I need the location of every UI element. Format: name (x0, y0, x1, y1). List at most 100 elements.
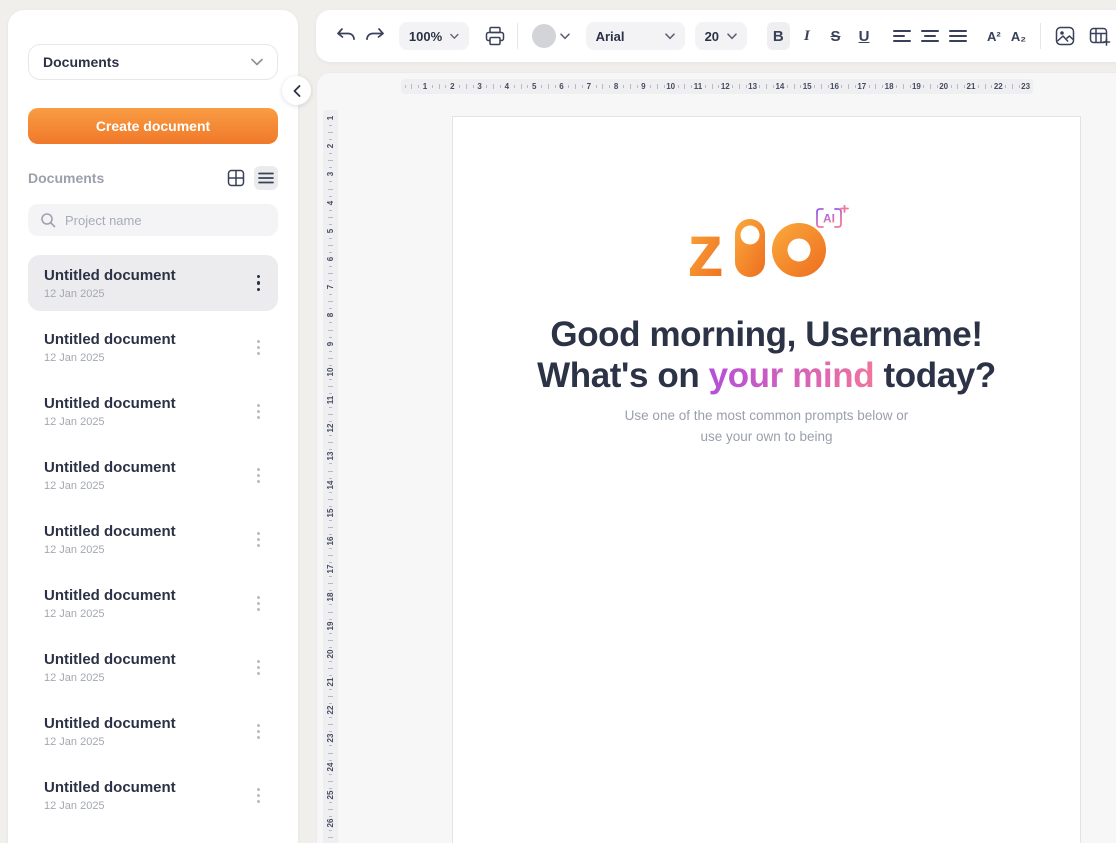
document-title: Untitled document (44, 523, 251, 540)
document-kebab-menu-icon[interactable] (251, 269, 267, 298)
document-kebab-menu-icon[interactable] (251, 334, 266, 361)
document-date: 12 Jan 2025 (44, 352, 251, 364)
table-add-icon (1088, 25, 1111, 47)
align-right-button[interactable] (946, 22, 970, 50)
toolbar-divider (517, 23, 518, 49)
workspace-selector-dropdown[interactable]: Documents (28, 44, 278, 80)
greeting-subtitle: Use one of the most common prompts below… (453, 406, 1080, 448)
document-kebab-menu-icon[interactable] (251, 462, 266, 489)
print-button[interactable] (483, 22, 507, 50)
document-list-item[interactable]: Untitled document 12 Jan 2025 (28, 575, 278, 631)
vertical-ruler: 1234567891011121314151617181920212223242… (323, 110, 338, 843)
greeting-line1: Good morning, Username! (550, 315, 982, 354)
document-kebab-menu-icon[interactable] (251, 398, 266, 425)
greeting-line2-suffix: today? (874, 356, 996, 395)
editor-canvas: 1234567891011121314151617181920212223 12… (316, 72, 1116, 843)
create-document-button[interactable]: Create document (28, 108, 278, 144)
font-size-dropdown[interactable]: 20 (695, 22, 747, 50)
subtitle-line2: use your own to being (700, 429, 832, 444)
greeting-heading: Good morning, Username! What's on your m… (453, 315, 1080, 396)
document-title: Untitled document (44, 331, 251, 348)
search-box (28, 204, 278, 236)
image-icon (1054, 25, 1076, 47)
document-kebab-menu-icon[interactable] (251, 654, 266, 681)
document-meta: Untitled document 12 Jan 2025 (44, 459, 251, 492)
document-kebab-menu-icon[interactable] (251, 718, 266, 745)
text-color-dropdown[interactable] (530, 22, 571, 50)
printer-icon (484, 25, 506, 47)
ai-badge-icon: AI (817, 205, 848, 227)
font-family-dropdown[interactable]: Arial (586, 22, 685, 50)
zoom-level-value: 100% (409, 29, 442, 44)
document-kebab-menu-icon[interactable] (251, 782, 266, 809)
document-title: Untitled document (44, 715, 251, 732)
document-title: Untitled document (44, 267, 251, 284)
document-list-item[interactable]: Untitled document 12 Jan 2025 (28, 255, 278, 311)
align-left-icon (893, 30, 911, 42)
superscript-button[interactable]: A² (983, 22, 1006, 50)
editor-toolbar: 100% Arial 20 B I S U A² A₂ (316, 10, 1116, 62)
document-title: Untitled document (44, 395, 251, 412)
color-swatch (532, 24, 556, 48)
document-meta: Untitled document 12 Jan 2025 (44, 715, 251, 748)
chevron-down-icon (450, 33, 459, 40)
greeting-highlight: your mind (709, 356, 875, 395)
align-right-icon (949, 30, 967, 42)
align-center-button[interactable] (918, 22, 942, 50)
document-list-item[interactable]: Untitled document 12 Jan 2025 (28, 447, 278, 503)
document-meta: Untitled document 12 Jan 2025 (44, 587, 251, 620)
document-meta: Untitled document 12 Jan 2025 (44, 395, 251, 428)
toolbar-divider (1040, 23, 1041, 49)
redo-button[interactable] (362, 22, 386, 50)
subtitle-line1: Use one of the most common prompts below… (625, 408, 909, 423)
strikethrough-button[interactable]: S (824, 22, 847, 50)
chevron-down-icon (665, 33, 675, 40)
documents-section-header: Documents (28, 166, 278, 190)
document-list-item[interactable]: Untitled document 12 Jan 2025 (28, 767, 278, 823)
document-date: 12 Jan 2025 (44, 736, 251, 748)
sidebar-collapse-button[interactable] (282, 76, 311, 105)
document-meta: Untitled document 12 Jan 2025 (44, 331, 251, 364)
document-list-item[interactable]: Untitled document 12 Jan 2025 (28, 319, 278, 375)
document-title: Untitled document (44, 587, 251, 604)
document-date: 12 Jan 2025 (44, 288, 251, 300)
document-date: 12 Jan 2025 (44, 544, 251, 556)
document-kebab-menu-icon[interactable] (251, 590, 266, 617)
document-date: 12 Jan 2025 (44, 800, 251, 812)
document-list-item[interactable]: Untitled document 12 Jan 2025 (28, 511, 278, 567)
document-list-item[interactable]: Untitled document 12 Jan 2025 (28, 383, 278, 439)
underline-button[interactable]: U (853, 22, 876, 50)
document-title: Untitled document (44, 651, 251, 668)
subscript-button[interactable]: A₂ (1007, 22, 1030, 50)
page-content: zio z (453, 117, 1080, 448)
zoom-level-dropdown[interactable]: 100% (399, 22, 469, 50)
font-size-value: 20 (705, 29, 719, 44)
document-meta: Untitled document 12 Jan 2025 (44, 267, 251, 300)
list-view-button[interactable] (254, 166, 278, 190)
redo-icon (364, 26, 386, 46)
undo-button[interactable] (334, 22, 358, 50)
undo-icon (335, 26, 357, 46)
document-meta: Untitled document 12 Jan 2025 (44, 651, 251, 684)
insert-image-button[interactable] (1053, 22, 1077, 50)
chevron-down-icon (251, 58, 263, 66)
list-view-icon (258, 172, 274, 184)
bold-button[interactable]: B (767, 22, 790, 50)
document-title: Untitled document (44, 779, 251, 796)
document-kebab-menu-icon[interactable] (251, 526, 266, 553)
chevron-left-icon (293, 85, 301, 97)
font-family-value: Arial (596, 29, 625, 44)
grid-view-icon (227, 169, 245, 187)
search-input[interactable] (65, 213, 266, 228)
search-icon (40, 212, 56, 228)
align-center-icon (921, 30, 939, 42)
document-list-item[interactable]: Untitled document 12 Jan 2025 (28, 639, 278, 695)
italic-button[interactable]: I (796, 22, 819, 50)
insert-table-button[interactable] (1087, 22, 1111, 50)
align-left-button[interactable] (889, 22, 913, 50)
document-page[interactable]: zio z (452, 116, 1081, 843)
document-title: Untitled document (44, 459, 251, 476)
document-list-item[interactable]: Untitled document 12 Jan 2025 (28, 703, 278, 759)
grid-view-button[interactable] (224, 166, 248, 190)
svg-text:AI: AI (823, 212, 835, 226)
